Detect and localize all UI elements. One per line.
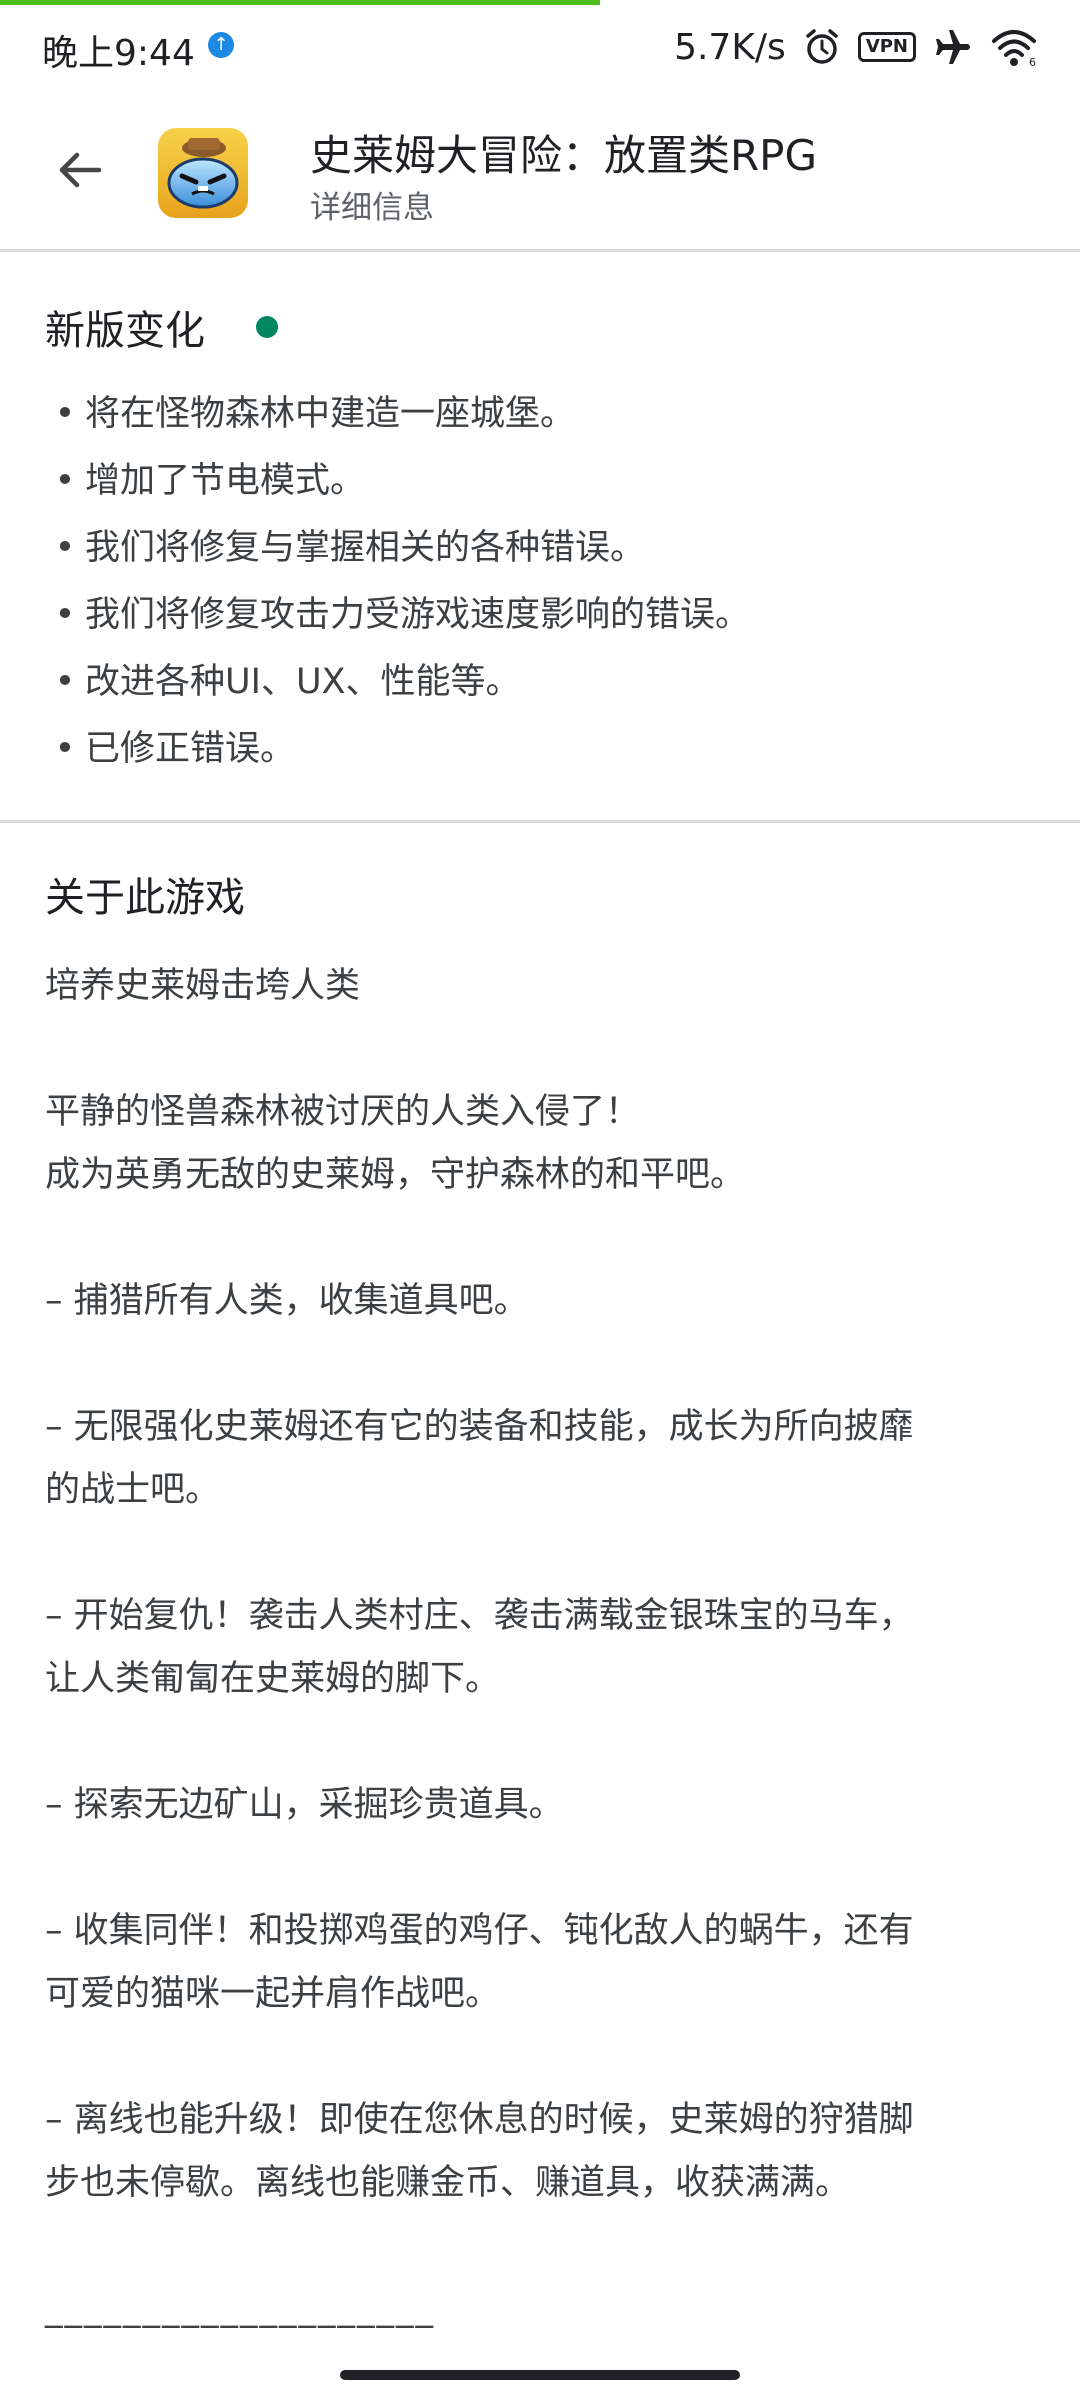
bullet: • [54, 394, 76, 434]
back-arrow-icon [59, 152, 102, 188]
vpn-icon: VPN [857, 32, 916, 62]
description-line: – 探索无边矿山，采掘珍贵道具。 [45, 1785, 564, 1825]
description-line: – 收集同伴！和投掷鸡蛋的鸡仔、钝化敌人的蜗牛，还有 [45, 1911, 914, 1951]
about-title: 关于此游戏 [45, 875, 245, 921]
description-line: 成为英勇无敌的史莱姆，守护森林的和平吧。 [45, 1155, 746, 1195]
list-item: • 我们将修复与掌握相关的各种错误。 [45, 522, 1035, 589]
description-line: 可爱的猫咪一起并肩作战吧。 [45, 1974, 501, 2014]
separator-line: ____________________ [45, 2289, 435, 2329]
list-item-text: 我们将修复攻击力受游戏速度影响的错误。 [85, 595, 751, 635]
description-line: – 无限强化史莱姆还有它的装备和技能，成长为所向披靡 [45, 1407, 914, 1447]
airplane-icon [932, 26, 974, 68]
description-line: 步也未停歇。离线也能赚金币、赚道具，收获满满。 [45, 2163, 851, 2203]
description-line: 培养史莱姆击垮人类 [45, 966, 361, 1006]
whats-new-title: 新版变化 [45, 308, 205, 354]
list-item: • 我们将修复攻击力受游戏速度影响的错误。 [45, 589, 1035, 656]
status-icons: 5.7K/s VPN 6 [674, 22, 1038, 72]
list-item-text: 已修正错误。 [85, 729, 296, 769]
app-icon [158, 128, 248, 218]
description-line: 平静的怪兽森林被讨厌的人类入侵了！ [45, 1092, 641, 1132]
list-item: • 已修正错误。 [45, 723, 1035, 790]
back-button[interactable] [40, 130, 120, 210]
bullet: • [54, 729, 76, 769]
app-header: 史莱姆大冒险：放置类RPG 详细信息 [0, 100, 1080, 250]
notification-icon: ↑ [208, 32, 234, 58]
description-line: – 开始复仇！袭击人类村庄、袭击满载金银珠宝的马车， [45, 1596, 914, 1636]
list-item-text: 将在怪物森林中建造一座城堡。 [85, 394, 576, 434]
status-bar: 晚上9:44 ↑ 5.7K/s VPN 6 [0, 0, 1080, 96]
divider [0, 249, 1080, 252]
list-item-text: 我们将修复与掌握相关的各种错误。 [85, 528, 646, 568]
list-item: • 将在怪物森林中建造一座城堡。 [45, 388, 1035, 455]
list-item: • 增加了节电模式。 [45, 455, 1035, 522]
description-line: 的战士吧。 [45, 1470, 221, 1510]
home-indicator[interactable] [340, 2370, 740, 2380]
new-indicator-dot [256, 316, 278, 338]
bullet: • [54, 528, 76, 568]
svg-text:6: 6 [1029, 56, 1036, 67]
list-item-text: 改进各种UI、UX、性能等。 [85, 662, 521, 702]
status-time: 晚上9:44 [42, 33, 195, 74]
alarm-icon [802, 27, 842, 67]
list-item-text: 增加了节电模式。 [85, 461, 366, 501]
wifi-icon: 6 [990, 27, 1038, 67]
bullet: • [54, 595, 76, 635]
whats-new-list: • 将在怪物森林中建造一座城堡。 • 增加了节电模式。 • 我们将修复与掌握相关的各种… [45, 388, 1035, 790]
description-line: 让人类匍匐在史莱姆的脚下。 [45, 1659, 501, 1699]
bullet: • [54, 662, 76, 702]
app-subtitle: 详细信息 [310, 190, 434, 226]
divider [0, 820, 1080, 823]
app-title: 史莱姆大冒险：放置类RPG [310, 131, 818, 180]
list-item: • 改进各种UI、UX、性能等。 [45, 656, 1035, 723]
bullet: • [54, 461, 76, 501]
description-line: – 离线也能升级！即使在您休息的时候，史莱姆的狩猎脚 [45, 2100, 914, 2140]
network-speed: 5.7K/s [674, 26, 786, 68]
about-description: 培养史莱姆击垮人类 平静的怪兽森林被讨厌的人类入侵了！ 成为英勇无敌的史莱姆，守… [45, 955, 1040, 2341]
description-line: – 捕猎所有人类，收集道具吧。 [45, 1281, 529, 1321]
